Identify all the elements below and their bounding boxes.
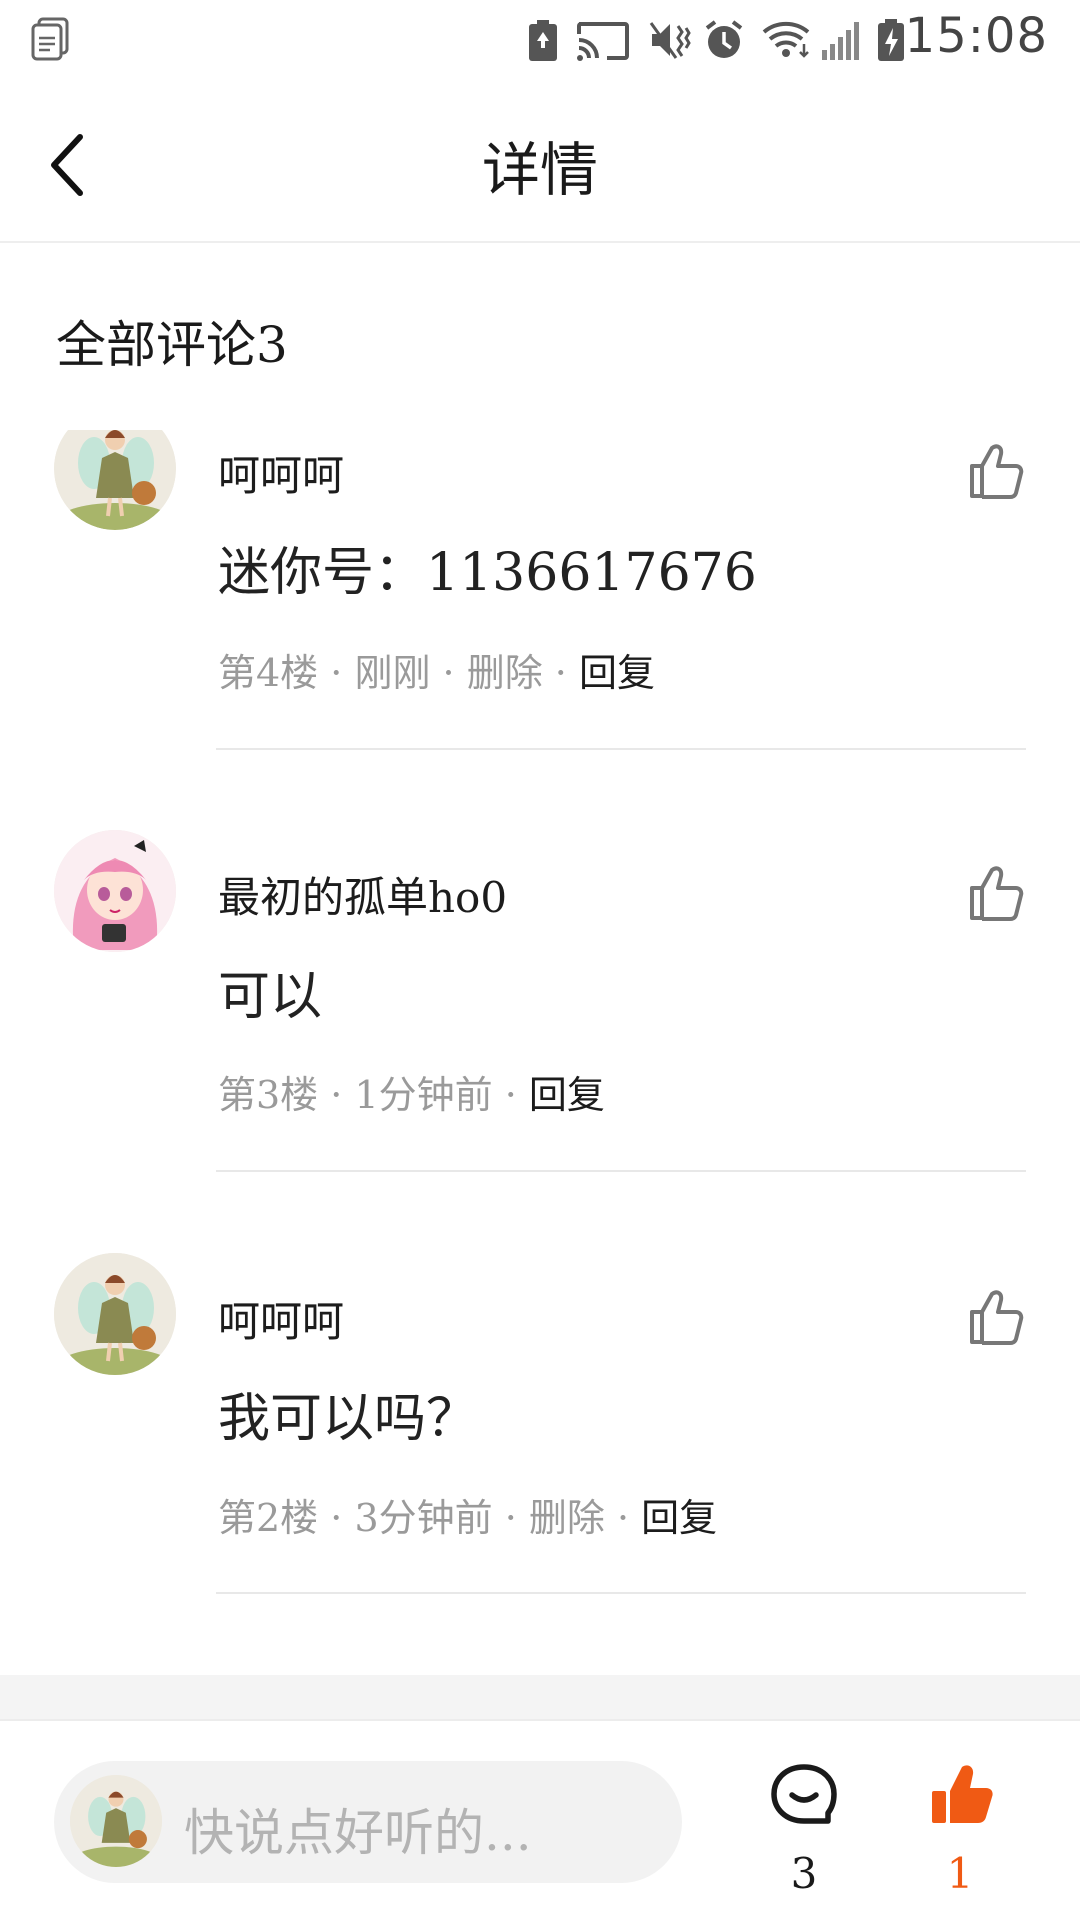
comment-floor: 第2楼 [218, 1496, 319, 1540]
meta-separator: · [318, 651, 355, 695]
comment-content: 迷你号：1136617676 [218, 543, 757, 603]
signal-icon [822, 22, 859, 60]
vibrate-icon [649, 22, 691, 59]
meta-separator: · [430, 651, 467, 695]
reply-link[interactable]: 回复 [641, 1496, 717, 1540]
comment-bubble-icon [771, 1764, 837, 1824]
divider [216, 1170, 1026, 1172]
wifi-icon [762, 21, 810, 58]
comment-meta: 第4楼 · 刚刚 · 删除 · 回复 [218, 642, 655, 697]
comment-content: 我可以吗？ [218, 1389, 479, 1449]
like-count: 1 [946, 1849, 974, 1898]
comment-time: 刚刚 [354, 651, 431, 695]
status-bar: 15:08 [0, 0, 1080, 85]
bottom-action-bar: 快说点好听的... 3 1 [0, 1719, 1080, 1922]
comments-section-title: 全部评论3 [56, 316, 288, 374]
comment-floor: 第3楼 [218, 1073, 319, 1117]
comment-time: 1分钟前 [354, 1073, 493, 1117]
battery-charging-icon [878, 19, 904, 61]
meta-separator: · [604, 1496, 642, 1540]
battery-saver-icon [529, 20, 557, 61]
comment-input[interactable]: 快说点好听的... [54, 1761, 682, 1883]
thumbs-up-icon[interactable] [968, 864, 1026, 922]
delete-link[interactable]: 删除 [529, 1496, 605, 1540]
comment-count-button[interactable]: 3 [754, 1759, 854, 1899]
alarm-icon [705, 20, 743, 58]
avatar[interactable] [54, 830, 176, 952]
cast-icon [577, 22, 629, 61]
comment-meta: 第2楼 · 3分钟前 · 删除 · 回复 [218, 1487, 717, 1542]
clock-time: 15:08 [904, 8, 1048, 64]
comment-time: 3分钟前 [354, 1496, 493, 1540]
comment-content: 可以 [218, 967, 323, 1027]
meta-separator: · [492, 1496, 529, 1540]
comment-meta: 第3楼 · 1分钟前 · 回复 [218, 1064, 605, 1119]
reply-link[interactable]: 回复 [529, 1073, 605, 1117]
input-placeholder: 快说点好听的... [184, 1804, 532, 1862]
meta-separator: · [542, 651, 579, 695]
section-separator [0, 1675, 1080, 1719]
divider [216, 1592, 1026, 1594]
comment-username[interactable]: 呵呵呵 [218, 1288, 344, 1349]
comment-floor: 第4楼 [218, 651, 319, 695]
meta-separator: · [318, 1073, 355, 1117]
anime-girl-avatar-image [54, 830, 176, 952]
top-nav-bar: 详情 [0, 85, 1080, 243]
like-count-button[interactable]: 1 [910, 1759, 1010, 1899]
page-title: 详情 [481, 136, 598, 204]
meta-separator: · [318, 1496, 355, 1540]
fairy-avatar-image [70, 1775, 162, 1867]
avatar[interactable] [54, 430, 176, 530]
reply-link[interactable]: 回复 [579, 651, 655, 695]
meta-separator: · [492, 1073, 529, 1117]
thumbs-up-filled-icon [932, 1765, 993, 1823]
fairy-avatar-image [54, 430, 176, 530]
comment-username[interactable]: 最初的孤单ho0 [218, 864, 507, 925]
delete-link[interactable]: 删除 [467, 651, 543, 695]
comment-count: 3 [790, 1849, 818, 1898]
divider [216, 748, 1026, 750]
thumbs-up-icon[interactable] [968, 1288, 1026, 1346]
comment-username[interactable]: 呵呵呵 [218, 442, 344, 503]
fairy-avatar-image [54, 1253, 176, 1375]
avatar [70, 1775, 162, 1867]
avatar[interactable] [54, 1253, 176, 1375]
thumbs-up-icon[interactable] [968, 442, 1026, 500]
clipboard-icon [31, 17, 69, 61]
